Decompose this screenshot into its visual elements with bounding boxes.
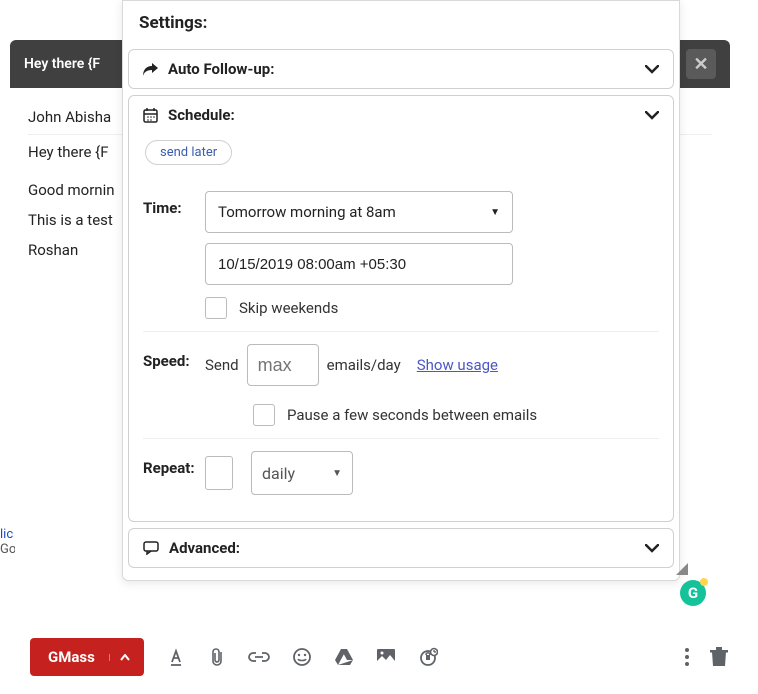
- pause-checkbox[interactable]: [253, 404, 275, 426]
- show-usage-link[interactable]: Show usage: [417, 356, 498, 374]
- schedule-section: Schedule: send later Time: Tomorrow morn…: [128, 95, 674, 522]
- emails-day-suffix: emails/day: [327, 356, 401, 374]
- chevron-down-icon: [645, 544, 659, 553]
- repeat-label: Repeat:: [143, 451, 205, 477]
- gmass-label: GMass: [48, 648, 95, 666]
- schedule-header[interactable]: Schedule:: [129, 96, 673, 134]
- speed-label: Speed:: [143, 344, 205, 370]
- repeat-count-input[interactable]: [205, 456, 233, 490]
- settings-panel: Settings: Auto Follow-up: Schedule:: [122, 0, 680, 581]
- link-icon[interactable]: [248, 651, 270, 663]
- schedule-label: Schedule:: [168, 106, 235, 124]
- text-format-icon[interactable]: [166, 647, 186, 667]
- datetime-input[interactable]: [205, 243, 513, 285]
- caret-up-icon: [109, 654, 130, 661]
- emails-per-day-input[interactable]: [247, 344, 319, 386]
- time-preset-value: Tomorrow morning at 8am: [218, 203, 396, 221]
- trash-icon[interactable]: [710, 647, 728, 667]
- skip-weekends-checkbox[interactable]: [205, 297, 227, 319]
- drive-icon[interactable]: [334, 648, 354, 666]
- send-text: Send: [205, 356, 239, 374]
- calendar-icon: [143, 108, 158, 123]
- notification-dot-icon: [700, 578, 708, 586]
- chat-icon: [143, 541, 159, 555]
- confidential-icon[interactable]: [418, 647, 438, 667]
- auto-followup-label: Auto Follow-up:: [168, 60, 274, 78]
- chevron-down-icon: [645, 111, 659, 120]
- dropdown-arrow-icon: ▼: [490, 207, 500, 218]
- attach-icon[interactable]: [208, 647, 226, 667]
- repeat-unit-value: daily: [262, 464, 295, 483]
- repeat-unit-select[interactable]: daily ▼: [251, 451, 353, 495]
- compose-toolbar: GMass: [30, 638, 728, 676]
- auto-followup-header[interactable]: Auto Follow-up:: [129, 50, 673, 88]
- advanced-section: Advanced:: [128, 528, 674, 568]
- advanced-label: Advanced:: [169, 539, 240, 557]
- advanced-header[interactable]: Advanced:: [129, 529, 673, 567]
- auto-followup-section: Auto Follow-up:: [128, 49, 674, 89]
- dropdown-arrow-icon: ▼: [332, 468, 342, 479]
- external-text-fragment: Go: [0, 542, 15, 557]
- external-link-fragment: lic: [0, 527, 15, 542]
- send-later-pill[interactable]: send later: [145, 140, 232, 165]
- close-button[interactable]: ✕: [686, 49, 716, 79]
- emoji-icon[interactable]: [292, 647, 312, 667]
- compose-subject: Hey there {F: [24, 56, 100, 72]
- grammarly-letter: G: [688, 584, 698, 602]
- image-icon[interactable]: [376, 648, 396, 666]
- scroll-handle-icon[interactable]: [676, 563, 688, 575]
- more-options-icon[interactable]: [684, 647, 690, 667]
- pause-label: Pause a few seconds between emails: [287, 406, 537, 424]
- settings-title: Settings:: [123, 1, 679, 49]
- chevron-down-icon: [645, 65, 659, 74]
- share-icon: [143, 63, 158, 76]
- time-preset-select[interactable]: Tomorrow morning at 8am ▼: [205, 191, 513, 233]
- grammarly-badge[interactable]: G: [680, 580, 706, 606]
- time-label: Time:: [143, 191, 205, 217]
- skip-weekends-label: Skip weekends: [239, 299, 338, 317]
- gmass-button[interactable]: GMass: [30, 638, 144, 676]
